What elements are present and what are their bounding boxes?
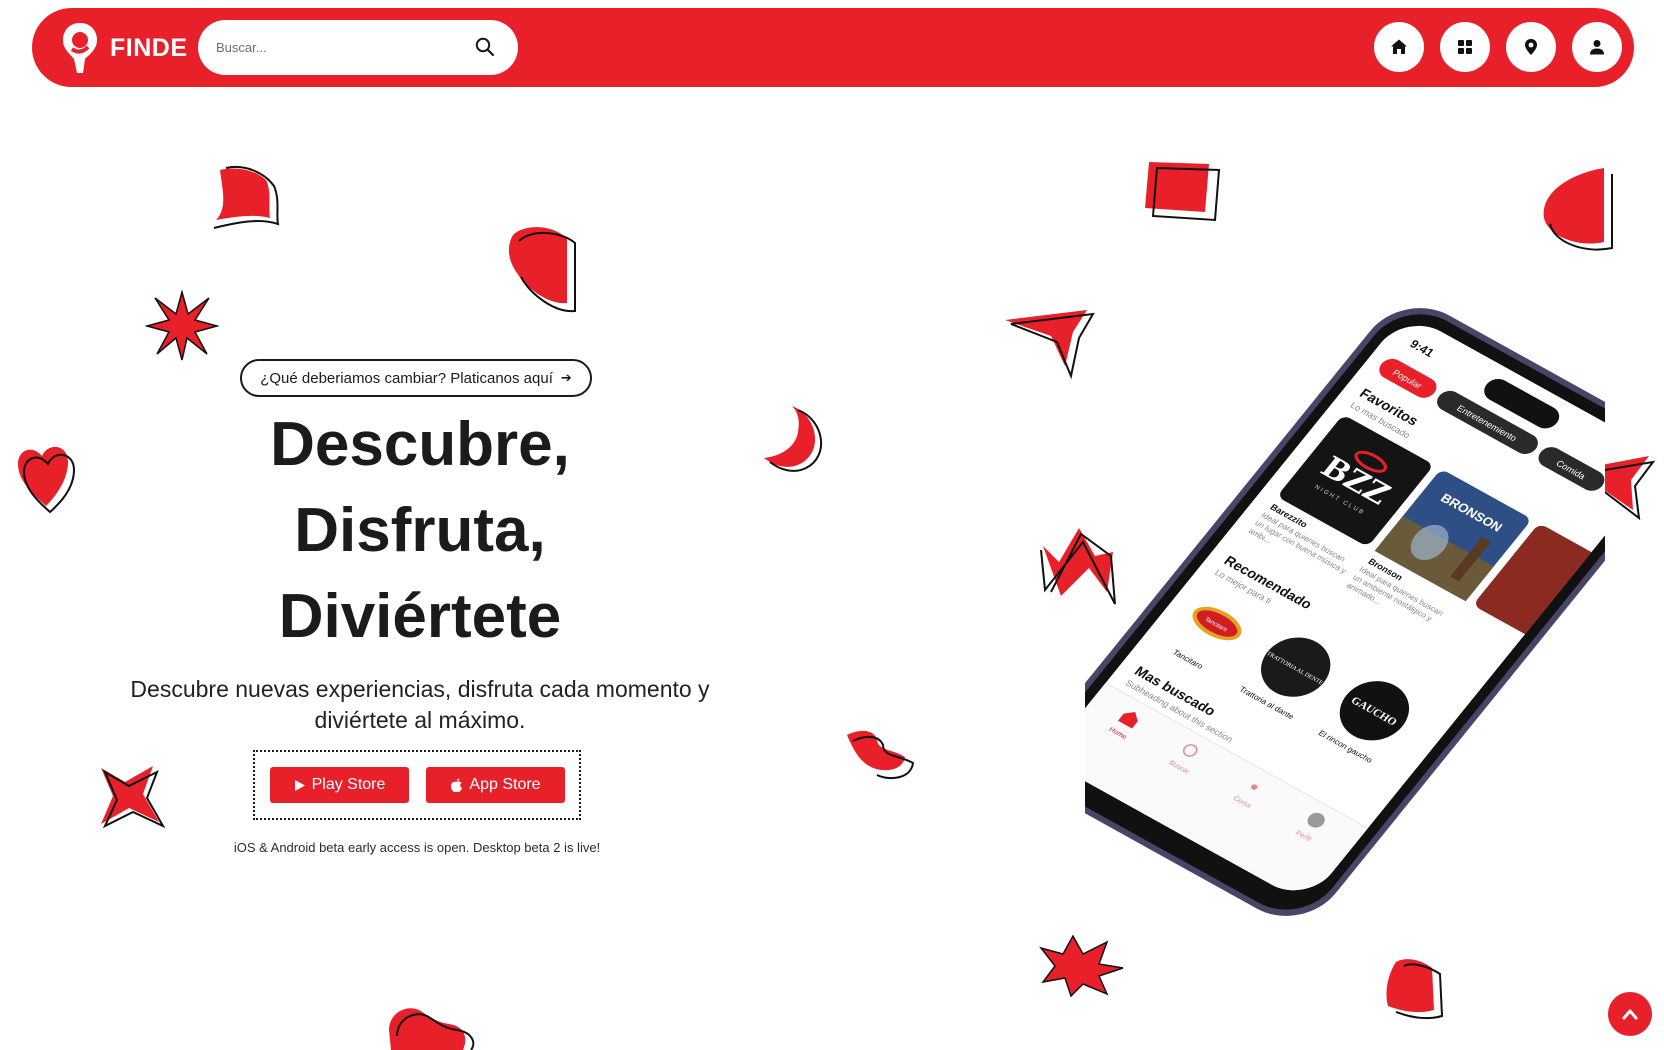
chevron-up-icon bbox=[1622, 1009, 1638, 1020]
search-bar bbox=[198, 20, 518, 75]
decor-heart-shape bbox=[18, 446, 76, 514]
decor-leaf-shape bbox=[508, 227, 576, 313]
headline-line-3: Diviértete bbox=[278, 582, 562, 651]
decor-leaf-shape-2 bbox=[1543, 168, 1613, 251]
apple-icon bbox=[451, 778, 463, 792]
decor-burst-shape bbox=[1039, 934, 1124, 998]
finde-logo-icon bbox=[63, 23, 97, 73]
decor-arrow-shape bbox=[1005, 310, 1095, 380]
home-icon bbox=[1391, 39, 1407, 54]
map-button[interactable] bbox=[1506, 22, 1556, 72]
page: FINDE Buscar... ¿Qué deberiamos cambiar?… bbox=[0, 0, 1664, 1050]
brand-name: FINDE bbox=[110, 33, 188, 62]
headline-line-2: Disfruta, bbox=[294, 496, 546, 565]
phone-mockup: 9:41 Popular Entretenemiento Comida Favo… bbox=[1034, 300, 1664, 920]
decor-starburst-shape bbox=[145, 290, 219, 361]
phone-illustration: 9:41 Popular Entretenemiento Comida Favo… bbox=[1034, 308, 1664, 916]
search-input[interactable] bbox=[214, 39, 458, 56]
grid-icon bbox=[1458, 40, 1472, 54]
decor-star-shape bbox=[101, 766, 165, 828]
app-store-label: App Store bbox=[469, 776, 541, 793]
decor-moon-shape bbox=[764, 406, 823, 472]
play-store-button[interactable]: Play Store bbox=[270, 767, 409, 803]
feedback-label: ¿Qué deberiamos cambiar? Platicanos aquí bbox=[260, 369, 553, 387]
nav-icons bbox=[1374, 22, 1622, 72]
profile-button[interactable] bbox=[1572, 22, 1622, 72]
decor-square-shape bbox=[1145, 162, 1221, 222]
user-icon bbox=[1590, 40, 1604, 55]
decor-blob-shape bbox=[213, 166, 280, 229]
feedback-link[interactable]: ¿Qué deberiamos cambiar? Platicanos aquí… bbox=[240, 359, 592, 397]
decor-wave-shape bbox=[847, 730, 915, 780]
decor-blob-shape-2 bbox=[389, 1008, 475, 1050]
app-store-button[interactable]: App Store bbox=[426, 767, 565, 803]
categories-button[interactable] bbox=[1440, 22, 1490, 72]
location-pin-icon bbox=[1525, 39, 1537, 55]
arrow-right-icon: ➔ bbox=[560, 370, 572, 385]
store-buttons: Play Store App Store bbox=[253, 750, 581, 820]
hero-subhead: Descubre nuevas experiencias, disfruta c… bbox=[130, 676, 710, 733]
beta-note: iOS & Android beta early access is open.… bbox=[233, 840, 601, 855]
navbar: FINDE bbox=[32, 8, 1634, 87]
search-icon bbox=[475, 37, 495, 57]
decor-pentagon-shape bbox=[1386, 959, 1444, 1020]
headline-line-1: Descubre, bbox=[270, 410, 570, 479]
play-store-label: Play Store bbox=[311, 776, 386, 793]
scroll-to-top-button[interactable] bbox=[1608, 992, 1652, 1036]
brand[interactable]: FINDE bbox=[60, 20, 188, 76]
hero-headline: Descubre, Disfruta, Diviértete bbox=[180, 402, 660, 660]
search-button[interactable] bbox=[472, 34, 498, 60]
play-icon bbox=[294, 779, 305, 791]
home-button[interactable] bbox=[1374, 22, 1424, 72]
